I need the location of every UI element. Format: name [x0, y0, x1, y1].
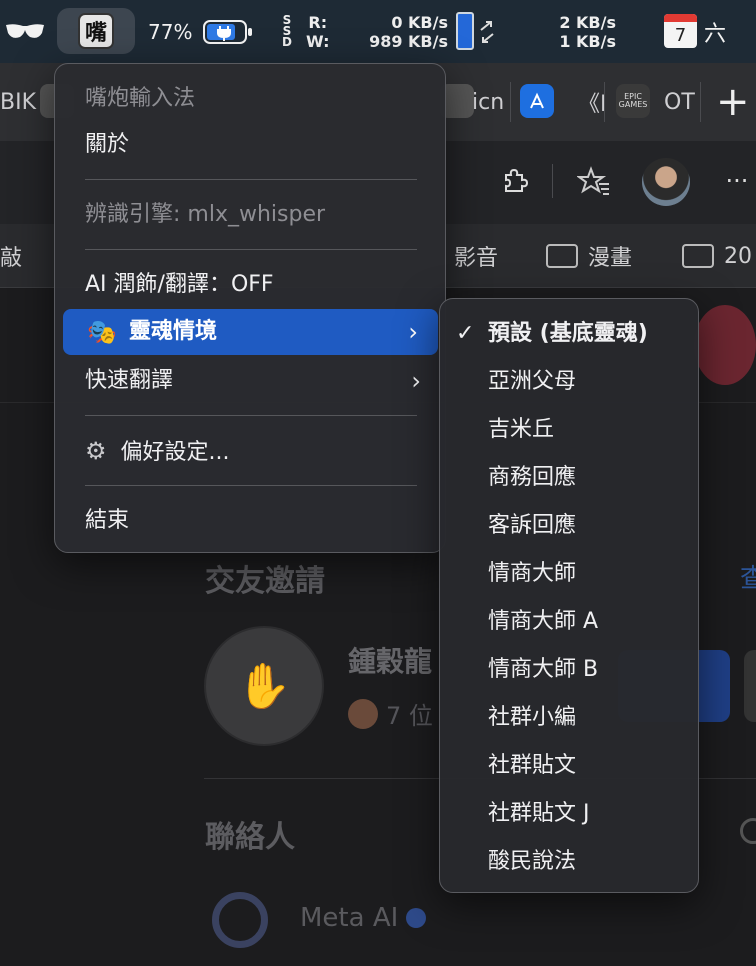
more-options-icon[interactable]: ··· — [722, 160, 752, 202]
calendar-header — [664, 14, 697, 22]
submenu-item[interactable]: 情商大師 B — [488, 655, 598, 685]
menu-item-quit[interactable]: 結束 — [85, 506, 129, 536]
gear-icon: ⚙ — [85, 437, 107, 465]
friend-avatar[interactable]: ✋ — [204, 626, 324, 746]
bookmark-item[interactable]: 影音 — [454, 224, 498, 288]
meta-ai-contact[interactable]: Meta AI — [300, 903, 427, 933]
submenu-item-default[interactable]: 預設 (基底靈魂) — [488, 319, 648, 349]
contacts-title: 聯絡人 — [205, 820, 295, 855]
page-profile-picture[interactable] — [694, 305, 756, 385]
menu-header: 嘴炮輸入法 — [85, 86, 196, 111]
chevron-right-icon: › — [411, 367, 421, 395]
battery-charging-icon[interactable] — [202, 0, 254, 63]
toolbar-separator — [552, 164, 553, 198]
submenu-item[interactable]: 社群貼文 J — [488, 799, 589, 829]
menu-item-preferences[interactable]: ⚙ 偏好設定... — [85, 436, 230, 466]
weekday-label[interactable]: 六 — [704, 0, 726, 63]
meta-ai-label: Meta AI — [300, 903, 399, 933]
ssd-label: S S D — [282, 0, 292, 63]
disk-usage-bar-icon — [456, 12, 474, 50]
submenu-item[interactable]: 情商大師 A — [488, 607, 598, 637]
write-value: 989 KB/s — [369, 31, 448, 51]
tab-separator — [510, 82, 511, 122]
new-tab-plus-icon[interactable]: + — [716, 82, 750, 122]
submenu-item[interactable]: 社群小編 — [488, 703, 576, 733]
mutual-count: 7 位 — [386, 702, 433, 730]
submenu-item[interactable]: 客訴回應 — [488, 511, 576, 541]
bookmark-item[interactable]: 敲 — [0, 224, 22, 288]
menu-separator — [85, 415, 417, 416]
menu-item-about[interactable]: 關於 — [85, 130, 129, 160]
tab-separator — [604, 82, 605, 122]
friend-requests-title: 交友邀請 — [205, 564, 325, 599]
ime-dropdown-menu: 嘴炮輸入法 關於 辨識引擎: mlx_whisper AI 潤飾/翻譯：OFF … — [54, 63, 446, 553]
mutual-friends: 7 位 — [348, 696, 433, 731]
write-label: W: — [306, 31, 330, 51]
submenu-item[interactable]: 社群貼文 — [488, 751, 576, 781]
mutual-avatar — [348, 698, 378, 729]
verified-badge-icon — [406, 908, 427, 928]
delete-button[interactable] — [744, 650, 756, 722]
menu-item-label: 靈魂情境 — [129, 319, 218, 344]
bookmark-label: 20 — [724, 243, 752, 269]
calendar-day: 7 — [674, 24, 687, 46]
network-speed-values[interactable]: 2 KB/s 1 KB/s — [520, 0, 616, 63]
friend-name[interactable]: 鍾穀龍 — [348, 640, 432, 680]
bookmark-label: 漫畫 — [588, 246, 633, 271]
menu-separator — [85, 249, 417, 250]
net-up-value: 2 KB/s — [559, 12, 616, 32]
menu-item-label: 快速翻譯 — [85, 368, 174, 393]
ime-menubar-button[interactable]: 嘴 — [57, 8, 135, 54]
app-store-icon[interactable] — [520, 84, 554, 118]
checkmark-icon: ✓ — [456, 321, 475, 346]
tab-separator — [700, 82, 701, 122]
folder-icon — [682, 244, 714, 268]
glasses-icon[interactable] — [4, 0, 46, 63]
net-down-value: 1 KB/s — [559, 31, 616, 51]
menu-item-soul-context[interactable]: 🎭 靈魂情境 › — [63, 309, 438, 355]
favorites-star-icon[interactable] — [574, 160, 614, 202]
profile-avatar[interactable] — [642, 158, 690, 206]
disk-rw-values[interactable]: 0 KB/s 989 KB/s — [330, 0, 448, 63]
ime-app-icon: 嘴 — [78, 13, 114, 49]
submenu-item[interactable]: 吉米丘 — [488, 415, 554, 445]
menu-item-quick-translate[interactable]: 快速翻譯 — [85, 366, 417, 396]
submenu-item[interactable]: 情商大師 — [488, 559, 576, 589]
submenu-item[interactable]: 亞洲父母 — [488, 367, 576, 397]
bookmark-folder[interactable]: 20 — [682, 224, 752, 288]
meta-ai-ring-icon[interactable] — [212, 892, 268, 948]
submenu-item[interactable]: 酸民說法 — [488, 847, 576, 877]
disk-rw-labels: R: W: — [306, 0, 330, 63]
extensions-puzzle-icon[interactable] — [494, 160, 534, 202]
calendar-icon[interactable]: 7 — [664, 14, 697, 48]
bookmark-label: 敲 — [0, 246, 23, 271]
tab-fragment[interactable]: 《I — [578, 63, 607, 141]
menu-separator — [85, 485, 417, 486]
epic-games-icon[interactable]: EPIC GAMES — [616, 84, 650, 118]
menu-item-ai-polish[interactable]: AI 潤飾/翻譯：OFF — [85, 270, 274, 300]
submenu-item[interactable]: 商務回應 — [488, 463, 576, 493]
read-value: 0 KB/s — [391, 12, 448, 32]
tab-fragment[interactable]: BIK — [0, 63, 36, 141]
ssd-letter: D — [282, 35, 292, 49]
menu-item-label: 偏好設定... — [120, 440, 230, 465]
chevron-right-icon: › — [408, 318, 418, 346]
battery-percent[interactable]: 77% — [148, 0, 192, 63]
bookmark-folder[interactable]: 漫畫 — [546, 224, 632, 288]
folder-icon — [546, 244, 578, 268]
network-arrows-icon — [478, 0, 496, 63]
theater-masks-icon: 🎭 — [87, 318, 117, 346]
soul-context-submenu: ✓ 預設 (基底靈魂) 亞洲父母 吉米丘 商務回應 客訴回應 情商大師 情商大師… — [439, 298, 699, 893]
tab-fragment[interactable]: OT — [664, 63, 695, 141]
tab-fragment[interactable]: icn — [472, 63, 504, 141]
menu-separator — [85, 179, 417, 180]
menu-item-engine: 辨識引擎: mlx_whisper — [85, 202, 326, 227]
read-label: R: — [308, 12, 328, 32]
bookmark-label: 影音 — [454, 246, 499, 271]
see-all-link[interactable]: 查 — [740, 558, 756, 595]
